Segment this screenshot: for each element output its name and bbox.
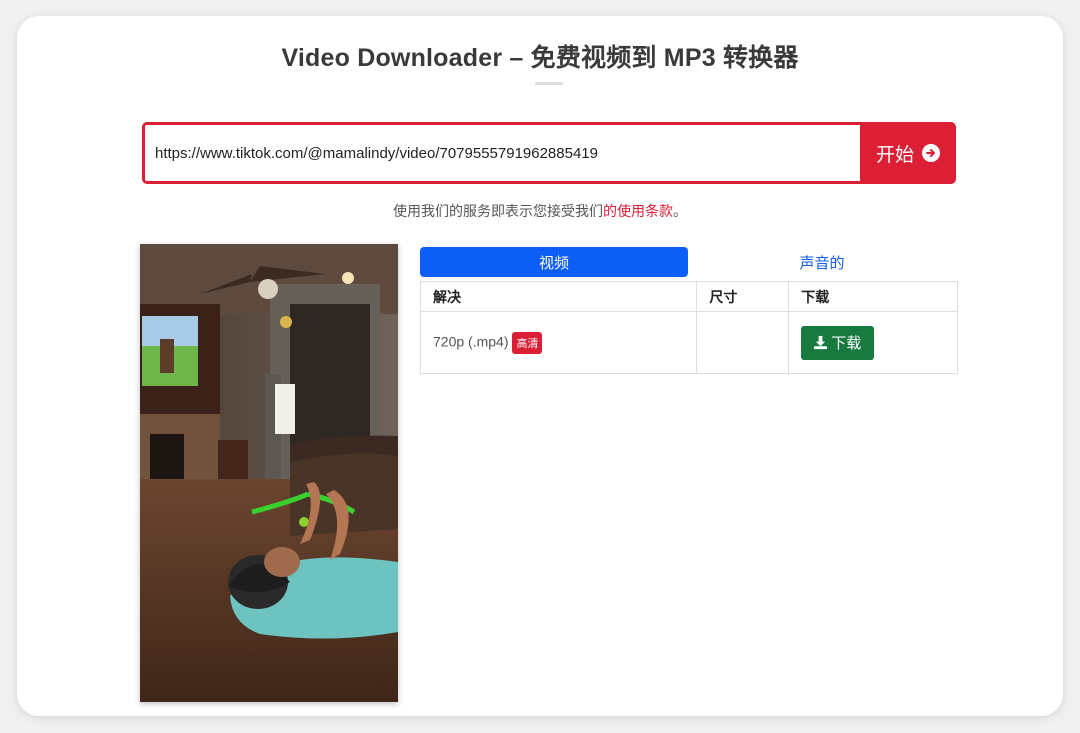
tab-audio[interactable]: 声音的 [688,247,956,277]
size-cell [696,311,790,374]
download-icon [814,335,828,350]
header-resolution: 解决 [419,281,698,312]
start-button[interactable]: 开始 [860,122,956,184]
download-button-label: 下载 [831,335,862,352]
main-card: Video Downloader – 免费视频到 MP3 转换器 开始 使用我们… [17,16,1063,716]
arrow-circle-right-icon [922,144,940,162]
search-form: 开始 [142,122,956,184]
terms-suffix: 。 [673,203,687,219]
resolution-text: 720p (.mp4) [433,333,509,350]
url-input[interactable] [142,122,860,184]
download-cell: 下载 [788,311,958,374]
title-divider [535,82,563,85]
resolution-cell: 720p (.mp4) 高清 [419,311,698,374]
terms-notice: 使用我们的服务即表示您接受我们的使用条款。 [17,201,1063,221]
terms-prefix: 使用我们的服务即表示您接受我们 [393,203,603,219]
download-table: 解决 尺寸 下载 720p (.mp4) 高清 下载 [419,281,958,374]
hd-badge: 高清 [512,331,543,354]
terms-link[interactable]: 的使用条款 [603,203,673,219]
table-header-row: 解决 尺寸 下载 [419,281,958,312]
start-button-label: 开始 [875,144,914,166]
header-download: 下载 [788,281,958,312]
page-title: Video Downloader – 免费视频到 MP3 转换器 [281,44,799,72]
header-size: 尺寸 [696,281,790,312]
table-row: 720p (.mp4) 高清 下载 [419,311,958,374]
tab-video[interactable]: 视频 [420,247,688,277]
video-thumbnail [140,244,398,702]
download-button[interactable]: 下载 [801,325,875,360]
